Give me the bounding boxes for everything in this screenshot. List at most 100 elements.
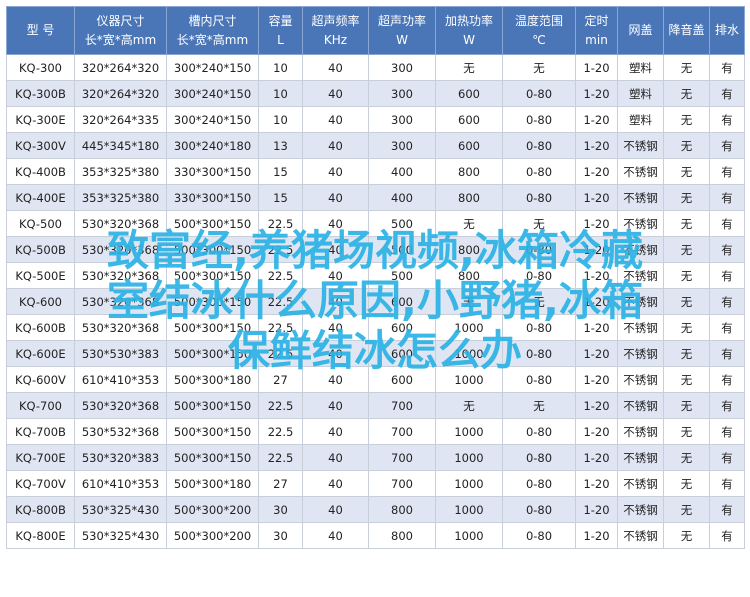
table-cell: KQ-800E [6,522,75,549]
column-header-line2: 长*宽*高mm [84,32,157,47]
table-cell: 500*300*180 [166,366,259,393]
table-cell: 不锈钢 [617,444,664,471]
spec-table-frame: 型 号仪器尺寸 长*宽*高mm 槽内尺寸 长*宽*高mm 容量 L 超声频率 KHz 超声功率 W… [6,6,745,591]
table-cell: KQ-600 [6,288,75,315]
table-cell: 1-20 [575,470,618,497]
table-cell: 无 [663,418,710,445]
column-header-line2: W [463,32,475,47]
column-header-line1: 网盖 [628,23,653,37]
table-cell: 30 [258,522,303,549]
table-cell: 40 [302,314,369,341]
table-cell: 22.5 [258,444,303,471]
table-cell: 1-20 [575,392,618,419]
table-cell: 800 [435,158,503,185]
table-cell: 有 [709,210,745,237]
table-row: KQ-400B 353*325*380 330*300*150 15 40 400 800 0… [6,158,745,185]
table-cell: 500 [368,236,436,263]
table-row: KQ-700B 530*532*368 500*300*150 22.5 40 700 10… [6,418,745,445]
table-cell: 无 [502,54,576,81]
table-row: KQ-500 530*320*368 500*300*150 22.5 40 500 无无 1… [6,210,745,237]
table-cell: 320*264*320 [74,54,167,81]
table-cell: 无 [663,262,710,289]
column-header-line2: L [277,32,284,47]
table-row: KQ-800B 530*325*430 500*300*200 30 40 800 1000… [6,496,745,523]
table-cell: 40 [302,210,369,237]
table-cell: 有 [709,314,745,341]
table-cell: 500*300*150 [166,418,259,445]
table-cell: 1-20 [575,210,618,237]
table-cell: 有 [709,522,745,549]
table-cell: 无 [663,80,710,107]
table-cell: 无 [663,366,710,393]
table-cell: 700 [368,444,436,471]
table-cell: 1-20 [575,54,618,81]
table-cell: 500*300*150 [166,314,259,341]
table-cell: 22.5 [258,314,303,341]
table-cell: 30 [258,496,303,523]
table-cell: 600 [368,288,436,315]
table-cell: 400 [368,158,436,185]
column-header-line2: KHz [323,32,348,47]
table-body: KQ-300 320*264*320 300*240*150 10 40 300 无无 1-2… [6,54,745,549]
table-cell: 有 [709,444,745,471]
table-cell: 不锈钢 [617,314,664,341]
column-header-line1: 型 号 [26,23,55,37]
column-header-line1: 加热功率 [444,13,493,28]
table-cell: 300 [368,54,436,81]
table-cell: 有 [709,288,745,315]
header-row: 型 号仪器尺寸 长*宽*高mm 槽内尺寸 长*宽*高mm 容量 L 超声频率 KHz 超声功率 W… [6,6,745,55]
table-row: KQ-300B 320*264*320 300*240*150 10 40 300 600 0… [6,80,745,107]
table-cell: 有 [709,470,745,497]
table-cell: 10 [258,106,303,133]
column-header: 排水 [709,6,745,55]
column-header-line2: W [396,32,408,47]
table-cell: 27 [258,470,303,497]
table-cell: 0-80 [502,366,576,393]
column-header-line2: min [585,32,608,47]
table-cell: 22.5 [258,418,303,445]
table-cell: 1-20 [575,340,618,367]
table-cell: 无 [663,496,710,523]
table-cell: 445*345*180 [74,132,167,159]
table-cell: 无 [435,392,503,419]
table-cell: 353*325*380 [74,184,167,211]
table-cell: 有 [709,132,745,159]
table-cell: 320*264*320 [74,80,167,107]
table-cell: 22.5 [258,236,303,263]
table-cell: 1000 [435,366,503,393]
table-cell: 40 [302,470,369,497]
table-row: KQ-700V 610*410*353 500*300*180 27 40 700 1000… [6,470,745,497]
table-cell: 0-80 [502,444,576,471]
column-header-line1: 超声频率 [311,13,360,28]
table-row: KQ-800E 530*325*430 500*300*200 30 40 800 1000… [6,522,745,549]
table-cell: 无 [663,210,710,237]
table-cell: 无 [663,132,710,159]
table-cell: 无 [502,210,576,237]
table-cell: 330*300*150 [166,184,259,211]
table-row: KQ-600B 530*320*368 500*300*150 22.5 40 600 10… [6,314,745,341]
table-cell: KQ-400E [6,184,75,211]
table-cell: 40 [302,392,369,419]
table-cell: 0-80 [502,496,576,523]
table-cell: KQ-700E [6,444,75,471]
table-cell: 300*240*150 [166,54,259,81]
table-cell: 1-20 [575,314,618,341]
column-header-line1: 定时 [584,13,609,28]
table-cell: 0-80 [502,80,576,107]
table-cell: 有 [709,184,745,211]
table-cell: 700 [368,418,436,445]
table-cell: 500*300*150 [166,210,259,237]
table-cell: 1-20 [575,522,618,549]
table-cell: 800 [435,184,503,211]
table-cell: 无 [502,392,576,419]
column-header-line1: 容量 [268,13,293,28]
table-cell: 530*530*383 [74,340,167,367]
table-cell: 1000 [435,470,503,497]
table-cell: 无 [663,392,710,419]
table-cell: 330*300*150 [166,158,259,185]
table-cell: 800 [435,262,503,289]
table-cell: 有 [709,54,745,81]
table-cell: 40 [302,496,369,523]
table-cell: 不锈钢 [617,158,664,185]
table-cell: 610*410*353 [74,366,167,393]
